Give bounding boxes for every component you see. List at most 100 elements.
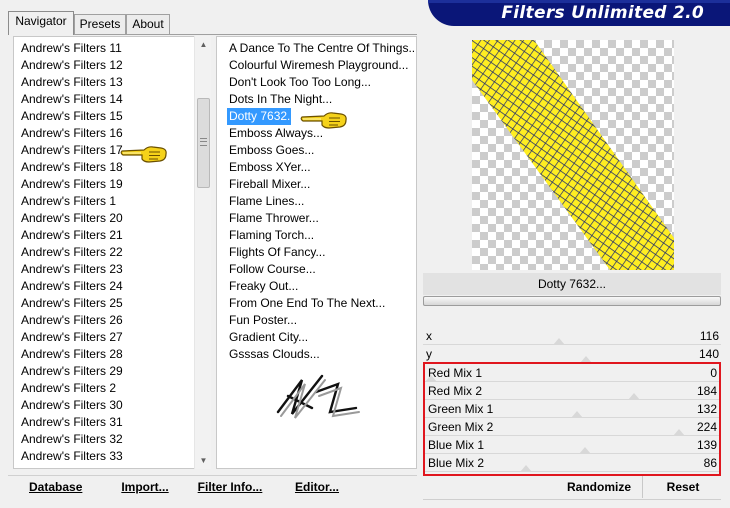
category-item[interactable]: Andrew's Filters 2: [14, 380, 123, 397]
category-item[interactable]: Andrew's Filters 17: [14, 142, 123, 159]
category-item[interactable]: Andrew's Filters 25: [14, 295, 123, 312]
scrollbar-thumb[interactable]: [197, 98, 210, 188]
filter-item[interactable]: Emboss Goes...: [217, 142, 416, 159]
slider-value: 132: [696, 402, 717, 416]
slider-x[interactable]: x 116: [423, 327, 721, 345]
filter-item[interactable]: From One End To The Next...: [217, 295, 416, 312]
editor-button[interactable]: Editor...: [290, 478, 344, 498]
slider-value: 0: [710, 366, 717, 380]
slider-track[interactable]: [425, 471, 719, 472]
filter-item[interactable]: Fireball Mixer...: [217, 176, 416, 193]
highlighted-parameter-group: Red Mix 1 0 Red Mix 2 184 Green Mix 1 13…: [423, 362, 721, 476]
category-item[interactable]: Andrew's Filters 27: [14, 329, 123, 346]
slider-label: Green Mix 1: [428, 402, 494, 416]
category-item[interactable]: Andrew's Filters 13: [14, 74, 123, 91]
slider-label: Blue Mix 2: [428, 456, 485, 470]
category-item[interactable]: Andrew's Filters 18: [14, 159, 123, 176]
filter-item[interactable]: Flights Of Fancy...: [217, 244, 416, 261]
filter-item[interactable]: A Dance To The Centre Of Things...: [217, 40, 416, 57]
slider-thumb[interactable]: [520, 465, 533, 472]
tab-navigator[interactable]: Navigator: [8, 11, 74, 35]
reset-button[interactable]: Reset: [654, 478, 712, 498]
randomize-button[interactable]: Randomize: [559, 478, 639, 498]
category-list-panel: Andrew's Filters 11 Andrew's Filters 12 An…: [13, 36, 211, 469]
category-scrollbar[interactable]: ▲ ▼: [194, 36, 211, 469]
filter-item[interactable]: Gsssas Clouds...: [217, 346, 416, 363]
scroll-up-arrow-icon[interactable]: ▲: [195, 36, 212, 53]
slider-label: Blue Mix 1: [428, 438, 485, 452]
filter-item[interactable]: Colourful Wiremesh Playground...: [217, 57, 416, 74]
slider-label: Green Mix 2: [428, 420, 494, 434]
category-item[interactable]: Andrew's Filters 30: [14, 397, 123, 414]
bottom-divider-right: [423, 499, 721, 500]
database-button[interactable]: Database: [20, 478, 90, 498]
slider-thumb[interactable]: [425, 375, 437, 382]
preview-image: [472, 40, 674, 270]
tab-about[interactable]: About: [126, 14, 170, 34]
filter-info-button[interactable]: Filter Info...: [194, 478, 266, 498]
slider-thumb[interactable]: [672, 429, 685, 436]
button-separator: [642, 476, 643, 498]
slider-thumb[interactable]: [553, 338, 566, 345]
scroll-down-arrow-icon[interactable]: ▼: [195, 452, 212, 469]
category-item[interactable]: Andrew's Filters 31: [14, 414, 123, 431]
category-item[interactable]: Andrew's Filters 22: [14, 244, 123, 261]
category-item[interactable]: Andrew's Filters 12: [14, 57, 123, 74]
bottom-divider: [8, 475, 417, 476]
slider-blue-mix-2[interactable]: Blue Mix 2 86: [425, 454, 719, 472]
category-item[interactable]: Andrew's Filters 32: [14, 431, 123, 448]
slider-thumb[interactable]: [570, 411, 583, 418]
filter-item[interactable]: Flame Thrower...: [217, 210, 416, 227]
slider-value: 140: [698, 347, 719, 361]
filter-item[interactable]: Fun Poster...: [217, 312, 416, 329]
filter-preview: [472, 40, 674, 270]
category-item[interactable]: Andrew's Filters 20: [14, 210, 123, 227]
category-item[interactable]: Andrew's Filters 15: [14, 108, 123, 125]
pointing-hand-icon: [300, 112, 347, 129]
slider-thumb[interactable]: [628, 393, 641, 400]
category-item[interactable]: Andrew's Filters 1: [14, 193, 123, 210]
filter-item[interactable]: Flaming Torch...: [217, 227, 416, 244]
pointing-hand-icon: [120, 146, 167, 163]
filter-item[interactable]: Don't Look Too Too Long...: [217, 74, 416, 91]
slider-thumb[interactable]: [578, 447, 591, 454]
title-banner: Filters Unlimited 2.0: [428, 0, 730, 26]
tab-presets[interactable]: Presets: [74, 14, 126, 34]
slider-red-mix-2[interactable]: Red Mix 2 184: [425, 382, 719, 400]
filter-item[interactable]: Dotty 7632...: [227, 108, 297, 125]
category-item[interactable]: Andrew's Filters 14: [14, 91, 123, 108]
slider-label: Red Mix 2: [428, 384, 483, 398]
category-item[interactable]: Andrew's Filters 29: [14, 363, 123, 380]
category-item[interactable]: Andrew's Filters 11: [14, 40, 123, 57]
filter-item[interactable]: Follow Course...: [217, 261, 416, 278]
watermark-logo: [276, 374, 360, 419]
filter-item[interactable]: Gradient City...: [217, 329, 416, 346]
filter-item[interactable]: Dots In The Night...: [217, 91, 416, 108]
slider-red-mix-1[interactable]: Red Mix 1 0: [425, 364, 719, 382]
slider-green-mix-1[interactable]: Green Mix 1 132: [425, 400, 719, 418]
category-item[interactable]: Andrew's Filters 16: [14, 125, 123, 142]
filter-list: A Dance To The Centre Of Things... Colour…: [217, 40, 416, 363]
category-item[interactable]: Andrew's Filters 21: [14, 227, 123, 244]
category-item[interactable]: Andrew's Filters 23: [14, 261, 123, 278]
category-item[interactable]: Andrew's Filters 28: [14, 346, 123, 363]
filter-item[interactable]: Freaky Out...: [217, 278, 416, 295]
slider-blue-mix-1[interactable]: Blue Mix 1 139: [425, 436, 719, 454]
filter-item[interactable]: Emboss XYer...: [217, 159, 416, 176]
category-list: Andrew's Filters 11 Andrew's Filters 12 An…: [14, 40, 123, 465]
slider-y[interactable]: y 140: [423, 345, 721, 363]
grip-icon: [200, 138, 207, 146]
filter-item[interactable]: Flame Lines...: [217, 193, 416, 210]
banner-title: Filters Unlimited 2.0: [501, 3, 704, 23]
selected-filter-name: Dotty 7632...: [423, 273, 721, 295]
slider-value: 139: [696, 438, 717, 452]
slider-label: x: [426, 329, 432, 343]
slider-green-mix-2[interactable]: Green Mix 2 224: [425, 418, 719, 436]
category-item[interactable]: Andrew's Filters 19: [14, 176, 123, 193]
category-item[interactable]: Andrew's Filters 24: [14, 278, 123, 295]
slider-label: y: [426, 347, 432, 361]
import-button[interactable]: Import...: [115, 478, 175, 498]
category-item[interactable]: Andrew's Filters 26: [14, 312, 123, 329]
category-item[interactable]: Andrew's Filters 33: [14, 448, 123, 465]
slider-value: 224: [696, 420, 717, 434]
